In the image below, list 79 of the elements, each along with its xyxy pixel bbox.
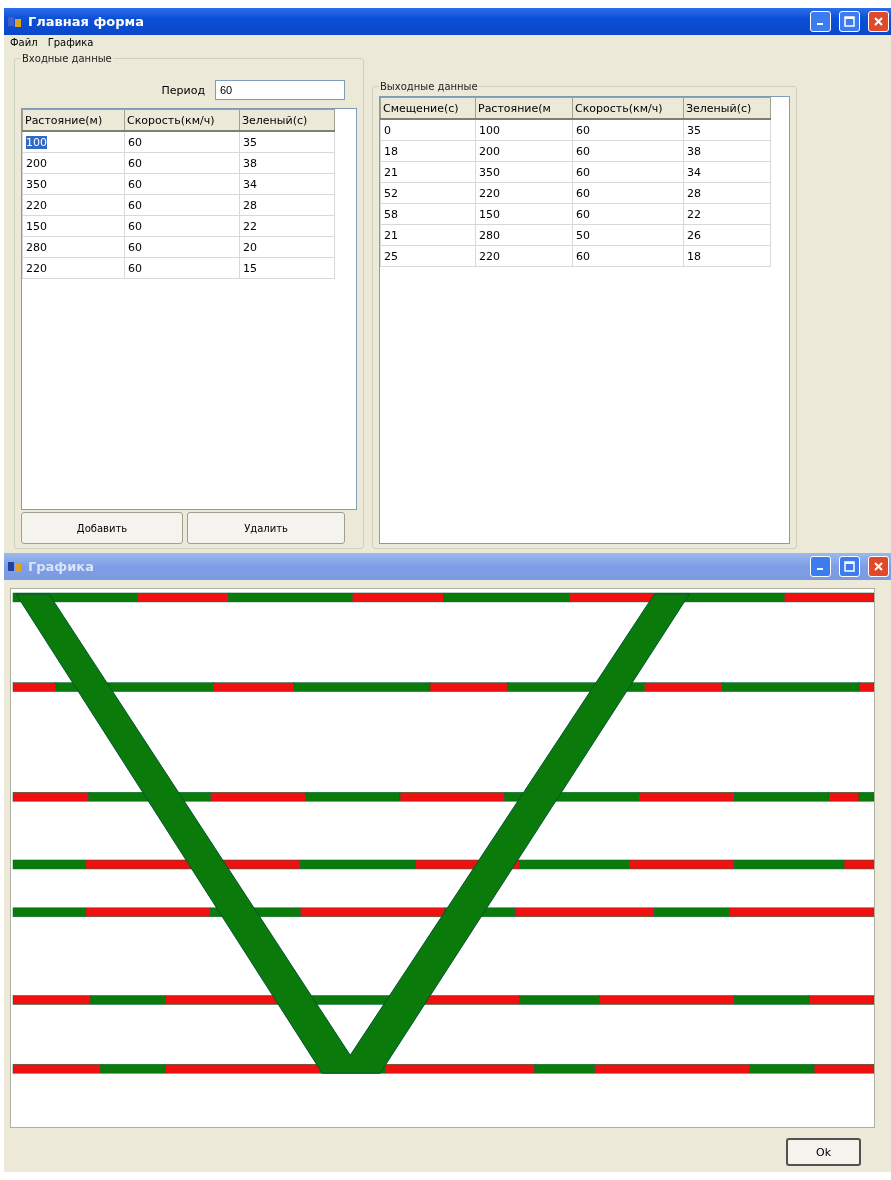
table-cell: 60	[124, 236, 240, 258]
table-cell: 0	[380, 119, 476, 141]
column-header[interactable]: Растояние(м)	[22, 109, 125, 131]
table-cell: 58	[380, 203, 476, 225]
table-cell: 220	[475, 182, 573, 204]
group-title: Выходные данные	[379, 81, 479, 92]
table-cell: 26	[683, 224, 771, 246]
close-icon	[873, 16, 884, 27]
table-cell: 34	[239, 173, 335, 195]
table-cell: 22	[683, 203, 771, 225]
menu-item[interactable]: Файл	[10, 37, 38, 51]
table-cell: 200	[22, 152, 125, 174]
table-cell: 35	[239, 131, 335, 153]
period-field[interactable]: 60	[215, 80, 345, 100]
maximize-icon	[844, 561, 855, 572]
minimize-button[interactable]	[810, 11, 831, 32]
table-cell: 280	[22, 236, 125, 258]
table-cell: 60	[572, 245, 684, 267]
table-cell: 22	[239, 215, 335, 237]
table-cell: 60	[572, 161, 684, 183]
table-cell: 28	[239, 194, 335, 216]
table-cell: 18	[683, 245, 771, 267]
close-icon	[873, 561, 884, 572]
table-cell: 100	[22, 131, 125, 153]
window-icon	[8, 15, 22, 28]
period-label: Период	[161, 83, 205, 97]
table-cell: 38	[683, 140, 771, 162]
table-cell: 150	[22, 215, 125, 237]
add-button[interactable]: Добавить	[21, 512, 183, 544]
table-cell: 100	[475, 119, 573, 141]
table-cell: 35	[683, 119, 771, 141]
maximize-button[interactable]	[839, 11, 860, 32]
ok-button[interactable]: Ok	[786, 1138, 861, 1166]
table-cell: 220	[22, 257, 125, 279]
close-button[interactable]	[868, 11, 889, 32]
table-cell: 25	[380, 245, 476, 267]
table-cell: 60	[124, 257, 240, 279]
table-cell: 60	[124, 215, 240, 237]
column-header[interactable]: Растояние(м	[475, 97, 573, 119]
table-cell: 350	[475, 161, 573, 183]
table-cell: 280	[475, 224, 573, 246]
table-cell: 220	[475, 245, 573, 267]
column-header[interactable]: Скорость(км/ч)	[572, 97, 684, 119]
close-button[interactable]	[868, 556, 889, 577]
table-cell: 60	[124, 194, 240, 216]
window-title: Графика	[28, 559, 94, 574]
table-cell: 60	[572, 140, 684, 162]
maximize-icon	[844, 16, 855, 27]
table-cell: 60	[572, 182, 684, 204]
table-cell: 18	[380, 140, 476, 162]
menu-item[interactable]: Графика	[47, 37, 94, 51]
table-cell: 200	[475, 140, 573, 162]
column-header[interactable]: Смещение(с)	[380, 97, 476, 119]
maximize-button[interactable]	[839, 556, 860, 577]
table-cell: 60	[124, 152, 240, 174]
table-cell: 34	[683, 161, 771, 183]
delete-button[interactable]: Удалить	[187, 512, 345, 544]
column-header[interactable]: Зеленый(с)	[683, 97, 771, 119]
table-cell: 20	[239, 236, 335, 258]
table-cell: 52	[380, 182, 476, 204]
table-cell: 21	[380, 161, 476, 183]
table-cell: 220	[22, 194, 125, 216]
table-cell: 21	[380, 224, 476, 246]
table-cell: 60	[124, 131, 240, 153]
table-cell: 60	[124, 173, 240, 195]
column-header[interactable]: Зеленый(с)	[239, 109, 335, 131]
column-header[interactable]: Скорость(км/ч)	[124, 109, 240, 131]
table-cell: 38	[239, 152, 335, 174]
group-title: Входные данные	[21, 53, 113, 64]
table-cell: 50	[572, 224, 684, 246]
table-cell: 60	[572, 203, 684, 225]
minimize-button[interactable]	[810, 556, 831, 577]
table-cell: 150	[475, 203, 573, 225]
table-cell: 15	[239, 257, 335, 279]
table-cell: 60	[572, 119, 684, 141]
table-cell: 28	[683, 182, 771, 204]
window-icon	[8, 560, 22, 573]
window-title: Главная форма	[28, 14, 144, 29]
table-cell: 350	[22, 173, 125, 195]
